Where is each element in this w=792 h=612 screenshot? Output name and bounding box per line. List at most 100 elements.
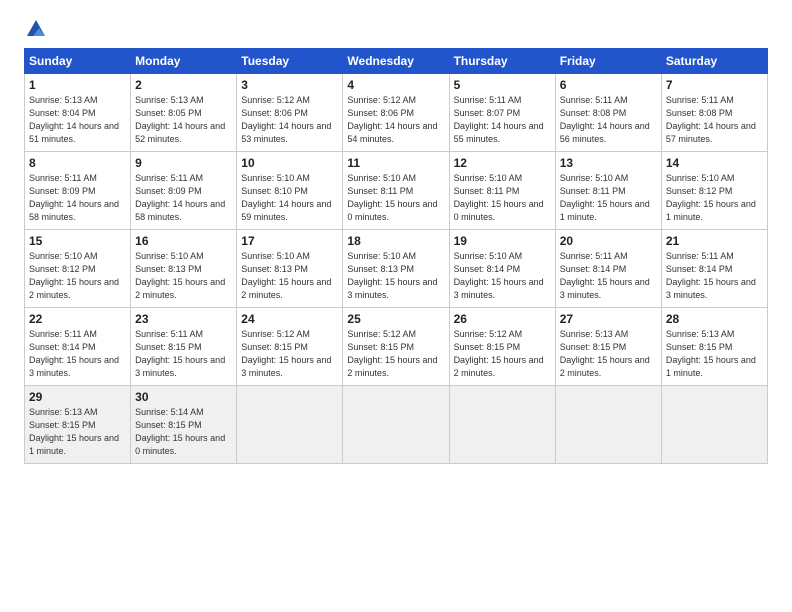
day-info: Sunrise: 5:10 AMSunset: 8:12 PMDaylight:… — [666, 172, 763, 224]
day-number: 6 — [560, 78, 657, 92]
day-info: Sunrise: 5:10 AMSunset: 8:11 PMDaylight:… — [560, 172, 657, 224]
day-info: Sunrise: 5:10 AMSunset: 8:13 PMDaylight:… — [347, 250, 444, 302]
day-number: 12 — [454, 156, 551, 170]
day-info: Sunrise: 5:11 AMSunset: 8:14 PMDaylight:… — [29, 328, 126, 380]
day-info: Sunrise: 5:10 AMSunset: 8:13 PMDaylight:… — [135, 250, 232, 302]
day-info: Sunrise: 5:11 AMSunset: 8:14 PMDaylight:… — [560, 250, 657, 302]
header — [24, 18, 768, 40]
calendar-cell: 25 Sunrise: 5:12 AMSunset: 8:15 PMDayligh… — [343, 308, 449, 386]
day-info: Sunrise: 5:10 AMSunset: 8:13 PMDaylight:… — [241, 250, 338, 302]
calendar-cell: 21Sunrise: 5:11 AMSunset: 8:14 PMDayligh… — [661, 230, 767, 308]
calendar-week-3: 15Sunrise: 5:10 AMSunset: 8:12 PMDayligh… — [25, 230, 768, 308]
day-number: 18 — [347, 234, 444, 248]
calendar-cell: 5 Sunrise: 5:11 AMSunset: 8:07 PMDaylight… — [449, 74, 555, 152]
calendar-cell — [237, 386, 343, 464]
calendar-cell: 29 Sunrise: 5:13 AMSunset: 8:15 PMDayligh… — [25, 386, 131, 464]
day-info: Sunrise: 5:11 AMSunset: 8:09 PMDaylight:… — [135, 172, 232, 224]
calendar-cell: 23 Sunrise: 5:11 AMSunset: 8:15 PMDayligh… — [131, 308, 237, 386]
calendar-cell: 18 Sunrise: 5:10 AMSunset: 8:13 PMDayligh… — [343, 230, 449, 308]
day-header-monday: Monday — [131, 49, 237, 74]
day-number: 23 — [135, 312, 232, 326]
day-header-wednesday: Wednesday — [343, 49, 449, 74]
page: SundayMondayTuesdayWednesdayThursdayFrid… — [0, 0, 792, 612]
day-number: 3 — [241, 78, 338, 92]
calendar-cell — [343, 386, 449, 464]
calendar-cell: 7 Sunrise: 5:11 AMSunset: 8:08 PMDaylight… — [661, 74, 767, 152]
calendar-cell: 28 Sunrise: 5:13 AMSunset: 8:15 PMDayligh… — [661, 308, 767, 386]
day-number: 13 — [560, 156, 657, 170]
calendar-cell: 2Sunrise: 5:13 AMSunset: 8:05 PMDaylight… — [131, 74, 237, 152]
logo — [24, 18, 47, 40]
day-number: 10 — [241, 156, 338, 170]
calendar-cell: 14 Sunrise: 5:10 AMSunset: 8:12 PMDayligh… — [661, 152, 767, 230]
day-number: 30 — [135, 390, 232, 404]
day-info: Sunrise: 5:11 AMSunset: 8:09 PMDaylight:… — [29, 172, 126, 224]
calendar-cell: 8Sunrise: 5:11 AMSunset: 8:09 PMDaylight… — [25, 152, 131, 230]
day-number: 19 — [454, 234, 551, 248]
calendar-cell — [661, 386, 767, 464]
calendar-cell: 9Sunrise: 5:11 AMSunset: 8:09 PMDaylight… — [131, 152, 237, 230]
calendar-cell: 24Sunrise: 5:12 AMSunset: 8:15 PMDayligh… — [237, 308, 343, 386]
calendar-cell: 4Sunrise: 5:12 AMSunset: 8:06 PMDaylight… — [343, 74, 449, 152]
day-header-saturday: Saturday — [661, 49, 767, 74]
calendar-cell — [555, 386, 661, 464]
calendar-header-row: SundayMondayTuesdayWednesdayThursdayFrid… — [25, 49, 768, 74]
day-info: Sunrise: 5:11 AMSunset: 8:08 PMDaylight:… — [666, 94, 763, 146]
day-number: 28 — [666, 312, 763, 326]
day-number: 25 — [347, 312, 444, 326]
calendar-week-2: 8Sunrise: 5:11 AMSunset: 8:09 PMDaylight… — [25, 152, 768, 230]
calendar-cell: 12 Sunrise: 5:10 AMSunset: 8:11 PMDayligh… — [449, 152, 555, 230]
day-info: Sunrise: 5:10 AMSunset: 8:11 PMDaylight:… — [454, 172, 551, 224]
day-number: 2 — [135, 78, 232, 92]
day-number: 21 — [666, 234, 763, 248]
day-info: Sunrise: 5:13 AMSunset: 8:04 PMDaylight:… — [29, 94, 126, 146]
day-number: 16 — [135, 234, 232, 248]
day-number: 5 — [454, 78, 551, 92]
calendar-cell: 16 Sunrise: 5:10 AMSunset: 8:13 PMDayligh… — [131, 230, 237, 308]
day-number: 29 — [29, 390, 126, 404]
day-number: 7 — [666, 78, 763, 92]
calendar-cell: 1 Sunrise: 5:13 AMSunset: 8:04 PMDaylight… — [25, 74, 131, 152]
calendar-cell: 22 Sunrise: 5:11 AMSunset: 8:14 PMDayligh… — [25, 308, 131, 386]
day-header-friday: Friday — [555, 49, 661, 74]
day-info: Sunrise: 5:10 AMSunset: 8:11 PMDaylight:… — [347, 172, 444, 224]
calendar-week-5: 29 Sunrise: 5:13 AMSunset: 8:15 PMDayligh… — [25, 386, 768, 464]
day-info: Sunrise: 5:13 AMSunset: 8:15 PMDaylight:… — [666, 328, 763, 380]
day-info: Sunrise: 5:12 AMSunset: 8:06 PMDaylight:… — [241, 94, 338, 146]
day-info: Sunrise: 5:14 AMSunset: 8:15 PMDaylight:… — [135, 406, 232, 458]
day-info: Sunrise: 5:10 AMSunset: 8:12 PMDaylight:… — [29, 250, 126, 302]
day-number: 27 — [560, 312, 657, 326]
day-number: 22 — [29, 312, 126, 326]
logo-icon — [25, 18, 47, 40]
day-info: Sunrise: 5:12 AMSunset: 8:15 PMDaylight:… — [454, 328, 551, 380]
calendar-cell: 10 Sunrise: 5:10 AMSunset: 8:10 PMDayligh… — [237, 152, 343, 230]
calendar-cell: 11Sunrise: 5:10 AMSunset: 8:11 PMDayligh… — [343, 152, 449, 230]
day-number: 26 — [454, 312, 551, 326]
calendar-cell: 19Sunrise: 5:10 AMSunset: 8:14 PMDayligh… — [449, 230, 555, 308]
day-header-tuesday: Tuesday — [237, 49, 343, 74]
calendar: SundayMondayTuesdayWednesdayThursdayFrid… — [24, 48, 768, 464]
calendar-cell: 26 Sunrise: 5:12 AMSunset: 8:15 PMDayligh… — [449, 308, 555, 386]
day-info: Sunrise: 5:13 AMSunset: 8:15 PMDaylight:… — [29, 406, 126, 458]
day-info: Sunrise: 5:12 AMSunset: 8:15 PMDaylight:… — [347, 328, 444, 380]
day-number: 17 — [241, 234, 338, 248]
calendar-cell: 27Sunrise: 5:13 AMSunset: 8:15 PMDayligh… — [555, 308, 661, 386]
calendar-week-4: 22 Sunrise: 5:11 AMSunset: 8:14 PMDayligh… — [25, 308, 768, 386]
calendar-cell: 13 Sunrise: 5:10 AMSunset: 8:11 PMDayligh… — [555, 152, 661, 230]
day-info: Sunrise: 5:11 AMSunset: 8:15 PMDaylight:… — [135, 328, 232, 380]
calendar-cell — [449, 386, 555, 464]
day-number: 24 — [241, 312, 338, 326]
calendar-week-1: 1 Sunrise: 5:13 AMSunset: 8:04 PMDaylight… — [25, 74, 768, 152]
day-number: 1 — [29, 78, 126, 92]
calendar-cell: 20 Sunrise: 5:11 AMSunset: 8:14 PMDayligh… — [555, 230, 661, 308]
day-info: Sunrise: 5:11 AMSunset: 8:07 PMDaylight:… — [454, 94, 551, 146]
day-info: Sunrise: 5:10 AMSunset: 8:10 PMDaylight:… — [241, 172, 338, 224]
day-header-thursday: Thursday — [449, 49, 555, 74]
day-number: 14 — [666, 156, 763, 170]
calendar-cell: 6 Sunrise: 5:11 AMSunset: 8:08 PMDaylight… — [555, 74, 661, 152]
day-number: 4 — [347, 78, 444, 92]
day-header-sunday: Sunday — [25, 49, 131, 74]
day-number: 20 — [560, 234, 657, 248]
calendar-cell: 30 Sunrise: 5:14 AMSunset: 8:15 PMDayligh… — [131, 386, 237, 464]
day-info: Sunrise: 5:11 AMSunset: 8:08 PMDaylight:… — [560, 94, 657, 146]
